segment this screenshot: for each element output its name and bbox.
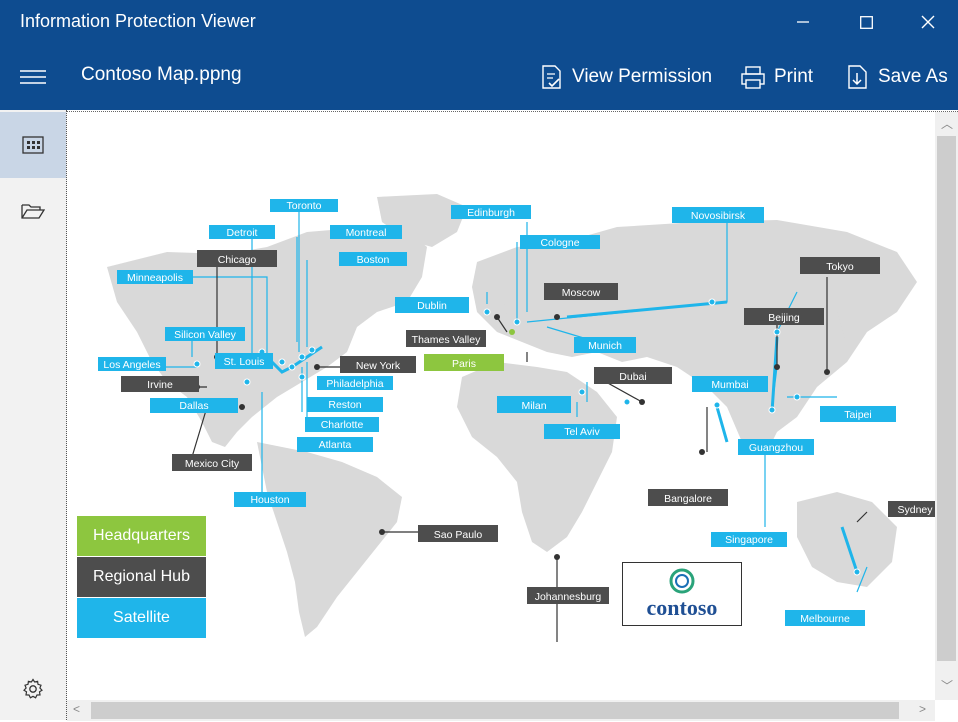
close-button[interactable] — [905, 0, 951, 44]
close-icon — [921, 15, 935, 29]
city-label-milan: Milan — [521, 400, 546, 412]
city-label-irvine: Irvine — [147, 379, 173, 391]
view-permission-button[interactable]: View Permission — [540, 58, 712, 96]
save-as-button[interactable]: Save As — [846, 58, 948, 96]
city-label-detroit: Detroit — [227, 227, 258, 239]
save-download-icon — [848, 65, 867, 89]
city-label-dubai: Dubai — [619, 371, 646, 383]
scroll-down-icon[interactable]: ﹀ — [941, 677, 953, 694]
sidebar-item-settings[interactable] — [0, 656, 66, 722]
city-label-cologne: Cologne — [540, 237, 579, 249]
city-label-houston: Houston — [250, 494, 289, 506]
sidebar — [0, 110, 67, 720]
city-label-guangzhou: Guangzhou — [749, 442, 803, 454]
view-permission-label: View Permission — [572, 66, 713, 87]
document-viewer[interactable]: Toronto Detroit Montreal Boston Minneapo… — [67, 111, 958, 721]
print-button[interactable]: Print — [740, 58, 813, 96]
city-label-paris: Paris — [452, 358, 476, 370]
city-label-bangalore: Bangalore — [664, 493, 712, 505]
scroll-right-icon[interactable]: > — [919, 702, 926, 716]
maximize-button[interactable] — [843, 0, 889, 44]
city-label-singapore: Singapore — [725, 534, 773, 546]
city-label-toronto: Toronto — [286, 200, 321, 212]
minimize-button[interactable] — [780, 0, 826, 44]
city-label-minneapolis: Minneapolis — [127, 272, 183, 284]
contoso-logo: contoso — [622, 562, 742, 626]
sidebar-item-open-folder[interactable] — [0, 178, 66, 244]
map-legend: Headquarters Regional Hub Satellite — [77, 516, 206, 639]
print-label: Print — [774, 66, 814, 87]
menu-button[interactable] — [20, 66, 46, 88]
horizontal-scroll-thumb[interactable] — [91, 702, 899, 719]
city-label-silicon-valley: Silicon Valley — [174, 329, 236, 341]
hamburger-icon — [20, 70, 46, 84]
folder-open-icon — [21, 204, 45, 219]
thumbnails-icon — [22, 136, 44, 154]
city-label-boston: Boston — [357, 254, 390, 266]
maximize-icon — [859, 15, 873, 29]
city-label-new-york: New York — [356, 360, 401, 372]
window-title: Information Protection Viewer — [20, 11, 256, 31]
city-label-munich: Munich — [588, 340, 622, 352]
city-label-tel-aviv: Tel Aviv — [564, 426, 600, 438]
toolbar: Contoso Map.ppng View Permission Print S… — [0, 44, 958, 110]
contoso-logo-text: contoso — [647, 595, 718, 620]
vertical-scrollbar[interactable]: ︿ ﹀ — [935, 112, 958, 700]
city-label-chicago: Chicago — [218, 254, 257, 266]
city-label-atlanta: Atlanta — [319, 439, 352, 451]
city-label-st-louis: St. Louis — [224, 356, 265, 368]
city-label-mexico-city: Mexico City — [185, 458, 240, 470]
legend-headquarters: Headquarters — [77, 516, 206, 556]
city-label-mumbai: Mumbai — [711, 379, 748, 391]
sidebar-item-pages[interactable] — [0, 112, 66, 178]
save-as-label: Save As — [878, 66, 948, 87]
city-label-johannesburg: Johannesburg — [535, 591, 602, 603]
city-label-thames-valley: Thames Valley — [412, 334, 481, 346]
scroll-left-icon[interactable]: < — [73, 702, 80, 716]
city-label-reston: Reston — [328, 399, 361, 411]
city-label-tokyo: Tokyo — [826, 261, 854, 273]
africa-shape — [457, 362, 617, 552]
city-label-moscow: Moscow — [562, 287, 601, 299]
city-label-dallas: Dallas — [179, 400, 208, 412]
city-label-dublin: Dublin — [417, 300, 447, 312]
scroll-up-icon[interactable]: ︿ — [941, 115, 953, 132]
contoso-logo-mark: contoso — [647, 568, 718, 620]
vertical-scroll-thumb[interactable] — [937, 136, 956, 661]
city-label-charlotte: Charlotte — [321, 419, 364, 431]
city-label-los-angeles: Los Angeles — [103, 359, 160, 371]
world-map-image: Toronto Detroit Montreal Boston Minneapo… — [98, 194, 937, 642]
city-label-sao-paulo: Sao Paulo — [434, 529, 483, 541]
horizontal-scrollbar[interactable]: < > — [67, 700, 935, 721]
city-label-philadelphia: Philadelphia — [326, 378, 383, 390]
file-name: Contoso Map.ppng — [81, 64, 242, 85]
minimize-icon — [797, 21, 809, 23]
city-label-melbourne: Melbourne — [800, 613, 850, 625]
city-label-beijing: Beijing — [768, 312, 800, 324]
printer-icon — [741, 66, 765, 89]
legend-satellite: Satellite — [77, 598, 206, 638]
city-label-montreal: Montreal — [346, 227, 387, 239]
gear-icon — [23, 678, 43, 699]
south-america-shape — [257, 442, 402, 637]
legend-regional-hub: Regional Hub — [77, 557, 206, 597]
city-label-novosibirsk: Novosibirsk — [691, 210, 746, 222]
city-label-taipei: Taipei — [844, 409, 871, 421]
title-bar: Information Protection Viewer — [0, 0, 958, 44]
document-check-icon — [542, 65, 561, 89]
city-label-edinburgh: Edinburgh — [467, 207, 515, 219]
city-label-sydney: Sydney — [897, 504, 933, 516]
